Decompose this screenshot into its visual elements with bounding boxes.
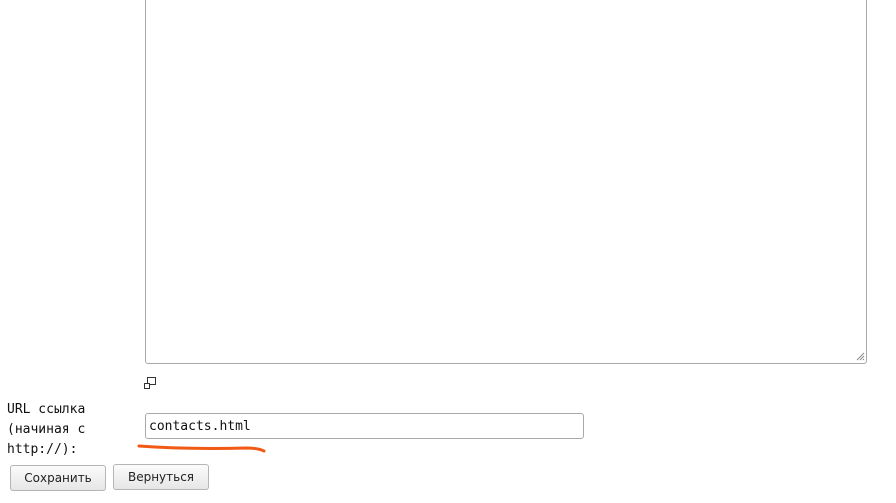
save-button[interactable]: Сохранить: [10, 465, 106, 491]
orange-underline-annotation: [137, 444, 266, 453]
window-toggle-icon[interactable]: [143, 376, 157, 390]
url-field-label: URL ссылка (начиная с http://):: [7, 402, 86, 457]
url-input[interactable]: [145, 413, 584, 439]
back-button[interactable]: Вернуться: [113, 464, 209, 490]
resize-grip-icon[interactable]: [855, 351, 865, 361]
page-content-textarea[interactable]: [145, 0, 867, 364]
